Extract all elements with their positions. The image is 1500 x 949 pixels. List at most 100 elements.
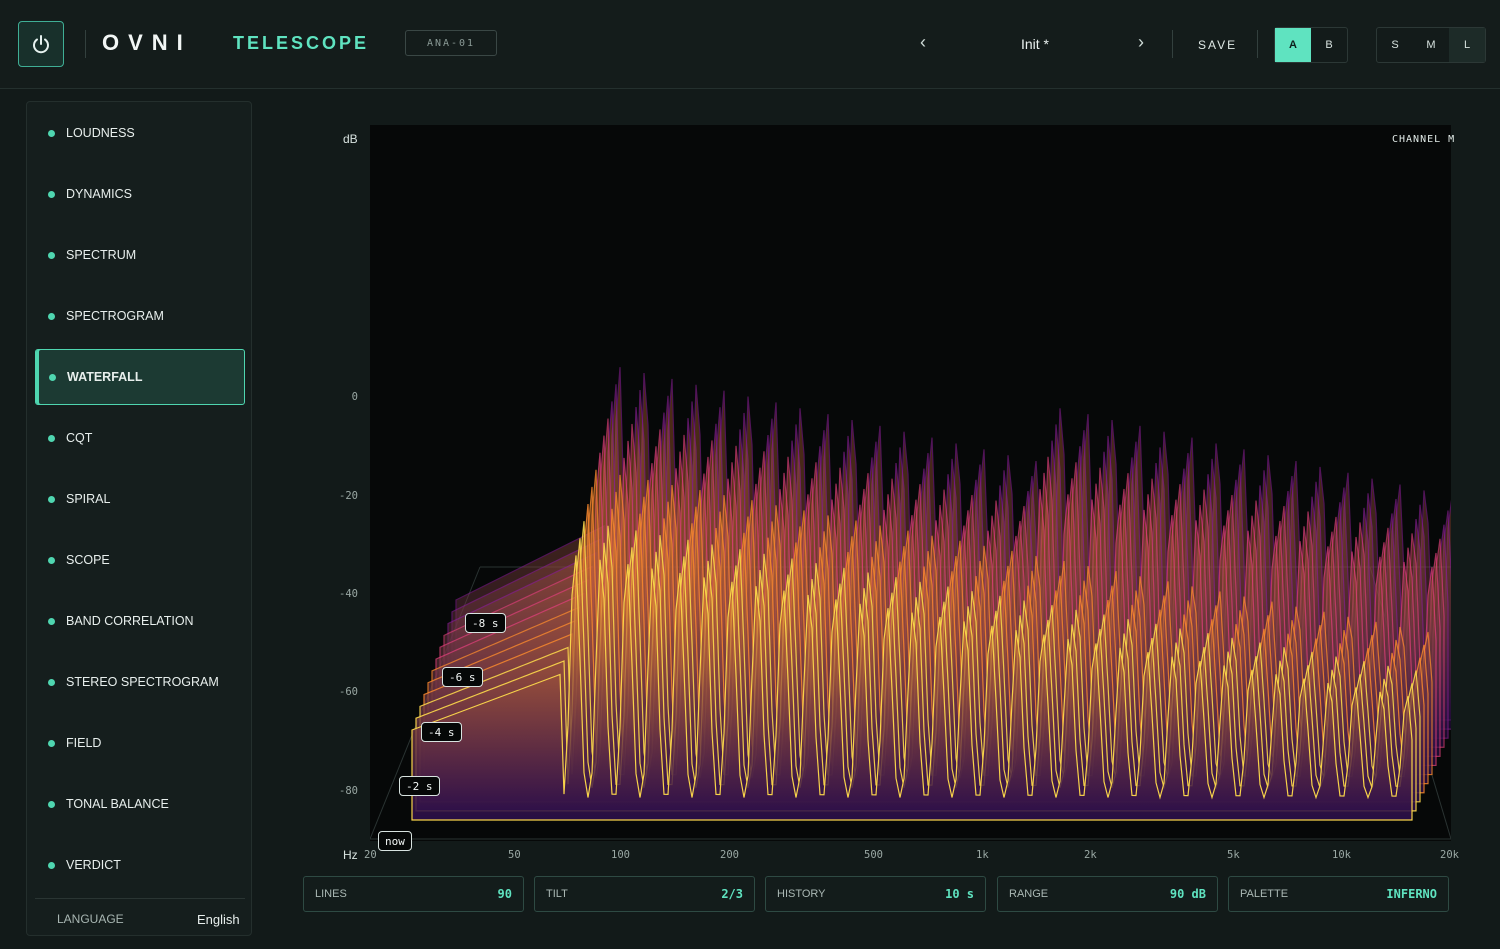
x-tick: 50 — [508, 849, 521, 861]
sidebar-item-label: CQT — [66, 431, 93, 445]
status-dot — [48, 312, 55, 320]
sidebar-item-field[interactable]: FIELD — [35, 715, 245, 771]
channel-label[interactable]: CHANNEL M — [1392, 134, 1455, 145]
divider — [1257, 30, 1258, 58]
sidebar-item-label: VERDICT — [66, 858, 121, 872]
preset-a-button[interactable]: A — [1275, 28, 1311, 62]
sidebar-item-label: LOUDNESS — [66, 126, 135, 140]
sidebar-item-verdict[interactable]: VERDICT — [35, 837, 245, 893]
sidebar-item-spectrum[interactable]: SPECTRUM — [35, 227, 245, 283]
x-tick: 10k — [1332, 849, 1351, 861]
time-label: -6 s — [442, 667, 483, 687]
sidebar-item-stereo-spectrogram[interactable]: STEREO SPECTROGRAM — [35, 654, 245, 710]
x-unit-label: Hz — [343, 848, 358, 862]
x-tick: 5k — [1227, 849, 1240, 861]
sidebar-item-label: DYNAMICS — [66, 187, 132, 201]
divider — [1172, 30, 1173, 58]
sidebar-item-spiral[interactable]: SPIRAL — [35, 471, 245, 527]
model-badge: ANA-01 — [405, 30, 497, 56]
size-toggle: S M L — [1376, 27, 1486, 63]
y-tick: -80 — [339, 785, 358, 797]
product-name: TELESCOPE — [233, 33, 370, 53]
preset-b-button[interactable]: B — [1311, 28, 1347, 62]
y-tick: 0 — [351, 391, 358, 403]
x-tick: 1k — [976, 849, 989, 861]
sidebar-item-label: STEREO SPECTROGRAM — [66, 675, 219, 689]
y-unit-label: dB — [343, 132, 358, 146]
sidebar-item-loudness[interactable]: LOUDNESS — [35, 105, 245, 161]
status-dot — [48, 556, 55, 564]
sidebar-item-scope[interactable]: SCOPE — [35, 532, 245, 588]
sidebar-item-tonal-balance[interactable]: TONAL BALANCE — [35, 776, 245, 832]
time-label: -4 s — [421, 722, 462, 742]
param-palette[interactable]: PALETTE INFERNO — [1228, 876, 1449, 912]
save-button[interactable]: SAVE — [1198, 38, 1237, 52]
preset-next-button[interactable]: › — [1138, 32, 1144, 53]
param-value: 10 s — [945, 887, 974, 901]
time-label: -2 s — [399, 776, 440, 796]
status-dot — [49, 373, 56, 381]
x-tick: 500 — [864, 849, 883, 861]
language-label: LANGUAGE — [57, 912, 124, 926]
sidebar-item-spectrogram[interactable]: SPECTROGRAM — [35, 288, 245, 344]
sidebar-item-label: SPECTROGRAM — [66, 309, 164, 323]
language-select[interactable]: English — [197, 912, 240, 927]
sidebar: LOUDNESS DYNAMICS SPECTRUM SPECTROGRAM W… — [26, 101, 252, 936]
param-label: TILT — [546, 888, 568, 900]
status-dot — [48, 190, 55, 198]
power-button[interactable] — [18, 21, 64, 67]
status-dot — [48, 434, 55, 442]
preset-name[interactable]: Init * — [990, 36, 1080, 52]
power-icon — [33, 35, 49, 54]
waterfall-plot[interactable] — [369, 125, 1457, 841]
param-value: 90 dB — [1169, 887, 1206, 901]
y-tick: -60 — [339, 686, 358, 698]
sidebar-item-dynamics[interactable]: DYNAMICS — [35, 166, 245, 222]
status-dot — [48, 678, 55, 686]
x-tick: 20k — [1440, 849, 1459, 861]
param-label: HISTORY — [777, 888, 826, 900]
sidebar-item-label: BAND CORRELATION — [66, 614, 194, 628]
param-label: PALETTE — [1240, 888, 1289, 900]
param-lines[interactable]: LINES 90 — [303, 876, 524, 912]
preset-prev-button[interactable]: ‹ — [920, 32, 926, 53]
size-l-button[interactable]: L — [1449, 28, 1485, 62]
x-tick: 100 — [611, 849, 630, 861]
status-dot — [48, 861, 55, 869]
sidebar-item-label: FIELD — [66, 736, 102, 750]
size-m-button[interactable]: M — [1413, 28, 1449, 62]
sidebar-item-label: WATERFALL — [67, 370, 143, 384]
divider — [35, 898, 245, 899]
ab-compare-toggle: A B — [1274, 27, 1348, 63]
status-dot — [48, 495, 55, 503]
x-tick: 200 — [720, 849, 739, 861]
brand-logo: OVNI — [102, 30, 192, 55]
size-s-button[interactable]: S — [1377, 28, 1413, 62]
sidebar-item-label: SPIRAL — [66, 492, 111, 506]
status-dot — [48, 800, 55, 808]
status-dot — [48, 617, 55, 625]
divider — [85, 30, 86, 58]
sidebar-item-cqt[interactable]: CQT — [35, 410, 245, 466]
waterfall-graph — [369, 367, 1457, 840]
sidebar-item-label: SCOPE — [66, 553, 110, 567]
param-value: 2/3 — [721, 887, 743, 901]
param-history[interactable]: HISTORY 10 s — [765, 876, 986, 912]
y-tick: -40 — [339, 588, 358, 600]
param-range[interactable]: RANGE 90 dB — [997, 876, 1218, 912]
sidebar-item-label: SPECTRUM — [66, 248, 137, 262]
sidebar-item-waterfall[interactable]: WATERFALL — [35, 349, 245, 405]
param-tilt[interactable]: TILT 2/3 — [534, 876, 755, 912]
status-dot — [48, 129, 55, 137]
status-dot — [48, 739, 55, 747]
param-value: INFERNO — [1386, 887, 1437, 901]
time-label: now — [378, 831, 412, 851]
sidebar-item-band-correlation[interactable]: BAND CORRELATION — [35, 593, 245, 649]
param-label: RANGE — [1009, 888, 1049, 900]
top-bar: OVNI TELESCOPE ANA-01 ‹ Init * › SAVE A … — [0, 0, 1500, 89]
param-value: 90 — [497, 887, 512, 901]
sidebar-item-label: TONAL BALANCE — [66, 797, 169, 811]
param-label: LINES — [315, 888, 347, 900]
x-tick: 2k — [1084, 849, 1097, 861]
x-tick: 20 — [364, 849, 377, 861]
